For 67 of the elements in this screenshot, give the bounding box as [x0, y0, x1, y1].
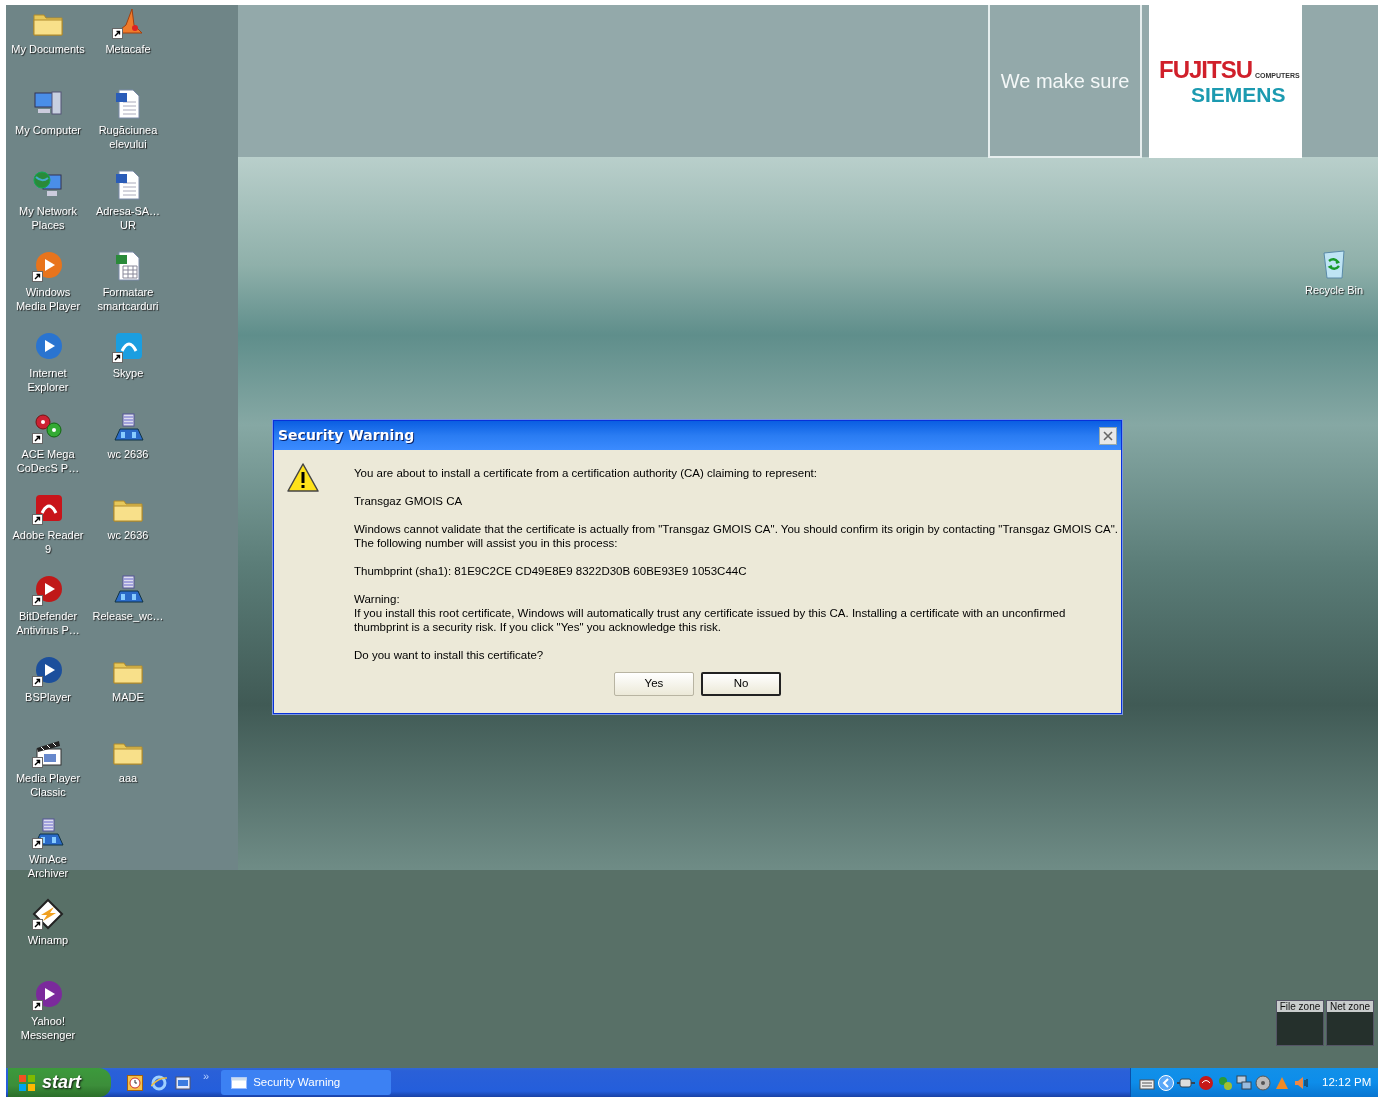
- icon-label[interactable]: Yahoo! Messenger: [10, 1014, 86, 1042]
- lightning-diamond-icon[interactable]: [32, 898, 64, 930]
- icon-label[interactable]: Rugăciunea elevului: [90, 123, 166, 151]
- icon-label[interactable]: Media Player Classic: [10, 771, 86, 799]
- desktop-icon[interactable]: [175, 1074, 191, 1091]
- icon-label[interactable]: Adresa-SA… UR: [90, 204, 166, 232]
- panel-header: Net zone: [1327, 1001, 1373, 1012]
- message-text: Warning: If you install this root certificate, Windows will automatically trust any certificate issued by this CA. Installing a certificate with an unconfirmed thumbprint is a security risk. If you click "Yes" you acknowledge this risk.: [354, 592, 1067, 634]
- message-text: Do you want to install this certificate?: [354, 648, 545, 662]
- icon-label[interactable]: My Computer: [15, 123, 81, 137]
- clock-icon[interactable]: [127, 1074, 143, 1091]
- server-icon[interactable]: [112, 574, 144, 606]
- icon-label[interactable]: Metacafe: [105, 42, 151, 56]
- panel-header: File zone: [1277, 1001, 1323, 1012]
- windows-flag-icon: [18, 1073, 36, 1092]
- icon-label[interactable]: Recycle Bin: [1304, 283, 1364, 297]
- taskbar-button[interactable]: Security Warning: [221, 1070, 392, 1095]
- app-logo-icon[interactable]: [32, 574, 64, 606]
- server-icon[interactable]: [32, 817, 64, 849]
- message-text: Transgaz GMOIS CA: [354, 494, 464, 508]
- icon-label[interactable]: Windows Media Player: [10, 285, 86, 313]
- app-logo-icon[interactable]: [32, 979, 64, 1011]
- app-logo-icon[interactable]: [32, 250, 64, 282]
- icon-label[interactable]: My Documents: [11, 42, 85, 56]
- icon-label[interactable]: BSPlayer: [25, 690, 71, 704]
- icon-label[interactable]: My Network Places: [10, 204, 86, 232]
- icon-label[interactable]: MADE: [112, 690, 144, 704]
- window-icon: [231, 1076, 248, 1089]
- icon-label[interactable]: WinAce Archiver: [10, 852, 86, 880]
- icon-label[interactable]: Internet Explorer: [10, 366, 86, 394]
- chevron-icon[interactable]: [1158, 1074, 1174, 1091]
- icon-label[interactable]: wc 2636: [107, 447, 149, 461]
- icon-label[interactable]: Formatare smartcarduri: [90, 285, 166, 313]
- flame-icon[interactable]: [112, 7, 144, 39]
- more-toolbar-button[interactable]: »: [203, 1068, 210, 1085]
- shield-icon[interactable]: [1198, 1074, 1214, 1091]
- warning-icon: [286, 462, 320, 494]
- close-icon: [1103, 430, 1113, 441]
- message-text: Thumbprint (sha1): 81E9C2CE CD49E8E9 8322D30B 60BE93E9 1053C44C: [354, 564, 748, 578]
- window-title: Security Warning: [278, 426, 415, 445]
- disc-icon[interactable]: [1255, 1074, 1271, 1091]
- server-icon[interactable]: [112, 412, 144, 444]
- icon-label[interactable]: BitDefender Antivirus P…: [10, 609, 86, 637]
- icon-label[interactable]: Adobe Reader 9: [10, 528, 86, 556]
- icon-label[interactable]: ACE Mega CoDecS P…: [10, 447, 86, 475]
- logo-wordmark: FUJITSU: [1159, 56, 1252, 83]
- wallpaper-tagline: We make sure: [988, 5, 1142, 158]
- close-button[interactable]: [1099, 426, 1117, 445]
- gears-icon[interactable]: [32, 412, 64, 444]
- icon-label[interactable]: Skype: [112, 366, 144, 380]
- app-logo-icon[interactable]: [32, 493, 64, 525]
- icon-label[interactable]: Winamp: [27, 933, 69, 947]
- logo-wordmark: SIEMENS: [1191, 85, 1287, 105]
- icon-label[interactable]: aaa: [118, 771, 138, 785]
- icon-label[interactable]: wc 2636: [107, 528, 149, 542]
- dialog-button[interactable]: Yes: [614, 672, 694, 696]
- network-icon[interactable]: [1236, 1074, 1252, 1091]
- icon-label[interactable]: Release_wc…: [92, 609, 164, 623]
- message-text: Windows cannot validate that the certificate is actually from "Transgaz GMOIS CA". You should confirm its origin by contacting "Transgaz GMOIS CA". The following number will assist you in this process:: [354, 522, 1118, 550]
- start-button[interactable]: start: [8, 1068, 111, 1097]
- clock-time: 12:12 PM: [1322, 1074, 1372, 1090]
- app-logo-icon[interactable]: [32, 655, 64, 687]
- dialog-button[interactable]: No: [701, 672, 781, 696]
- browser-icon[interactable]: [151, 1074, 167, 1091]
- message-text: You are about to install a certificate from a certification authority (CA) claiming to represent:: [354, 466, 818, 480]
- speaker-icon[interactable]: [1293, 1074, 1309, 1091]
- app-logo-icon[interactable]: [112, 331, 144, 363]
